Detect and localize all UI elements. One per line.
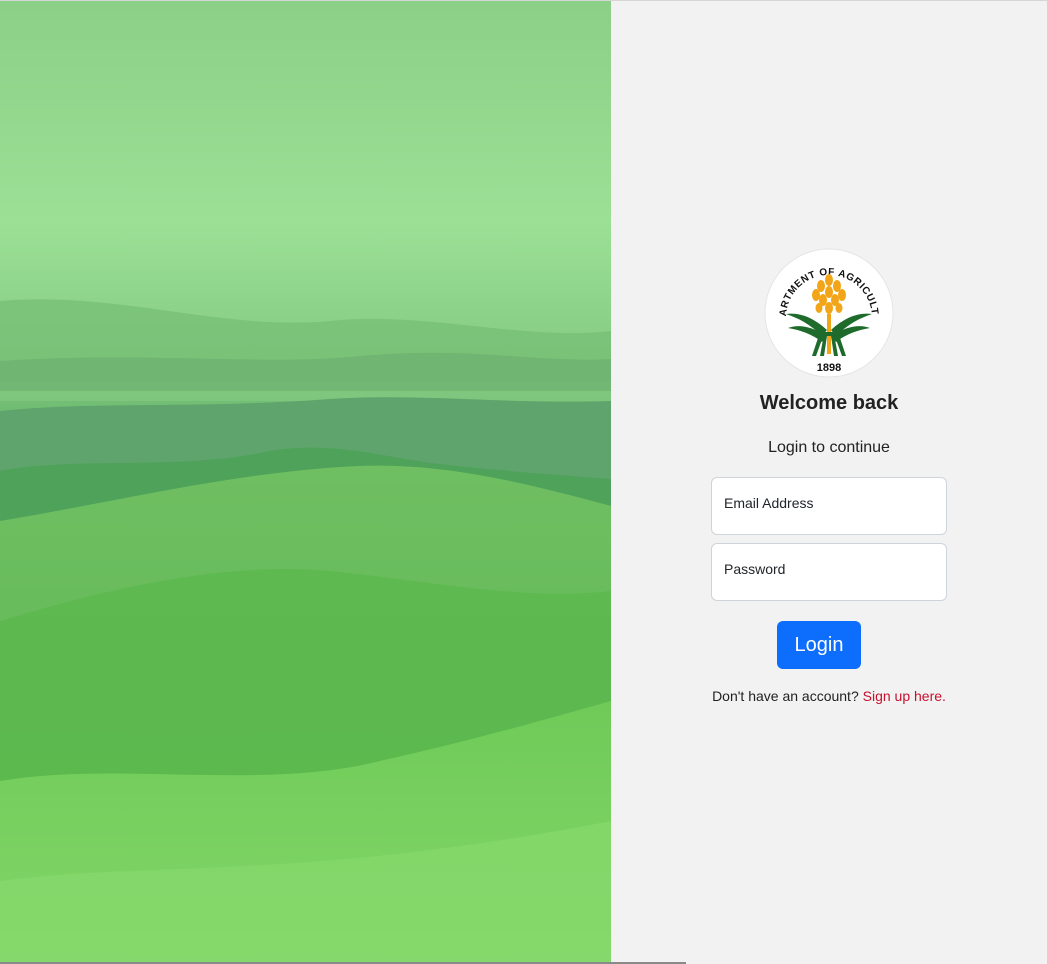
hero-image [0, 1, 611, 964]
department-of-agriculture-seal: DEPARTMENT OF AGRICULTURE [764, 248, 894, 378]
login-button[interactable]: Login [777, 621, 861, 669]
landscape-illustration [0, 1, 611, 964]
email-field[interactable]: Email Address [711, 477, 947, 535]
login-page: DEPARTMENT OF AGRICULTURE [0, 0, 1047, 964]
password-input[interactable] [712, 544, 946, 600]
login-panel: DEPARTMENT OF AGRICULTURE [611, 1, 1047, 964]
signup-prompt-text: Don't have an account? [712, 688, 859, 704]
login-form: DEPARTMENT OF AGRICULTURE [711, 248, 947, 704]
signup-link[interactable]: Sign up here. [863, 688, 946, 704]
login-subtitle: Login to continue [768, 439, 890, 456]
seal-year: 1898 [817, 362, 841, 374]
password-field[interactable]: Password [711, 543, 947, 601]
welcome-heading: Welcome back [759, 392, 899, 414]
signup-prompt-line: Don't have an account? Sign up here. [711, 688, 947, 704]
email-input[interactable] [712, 478, 946, 534]
